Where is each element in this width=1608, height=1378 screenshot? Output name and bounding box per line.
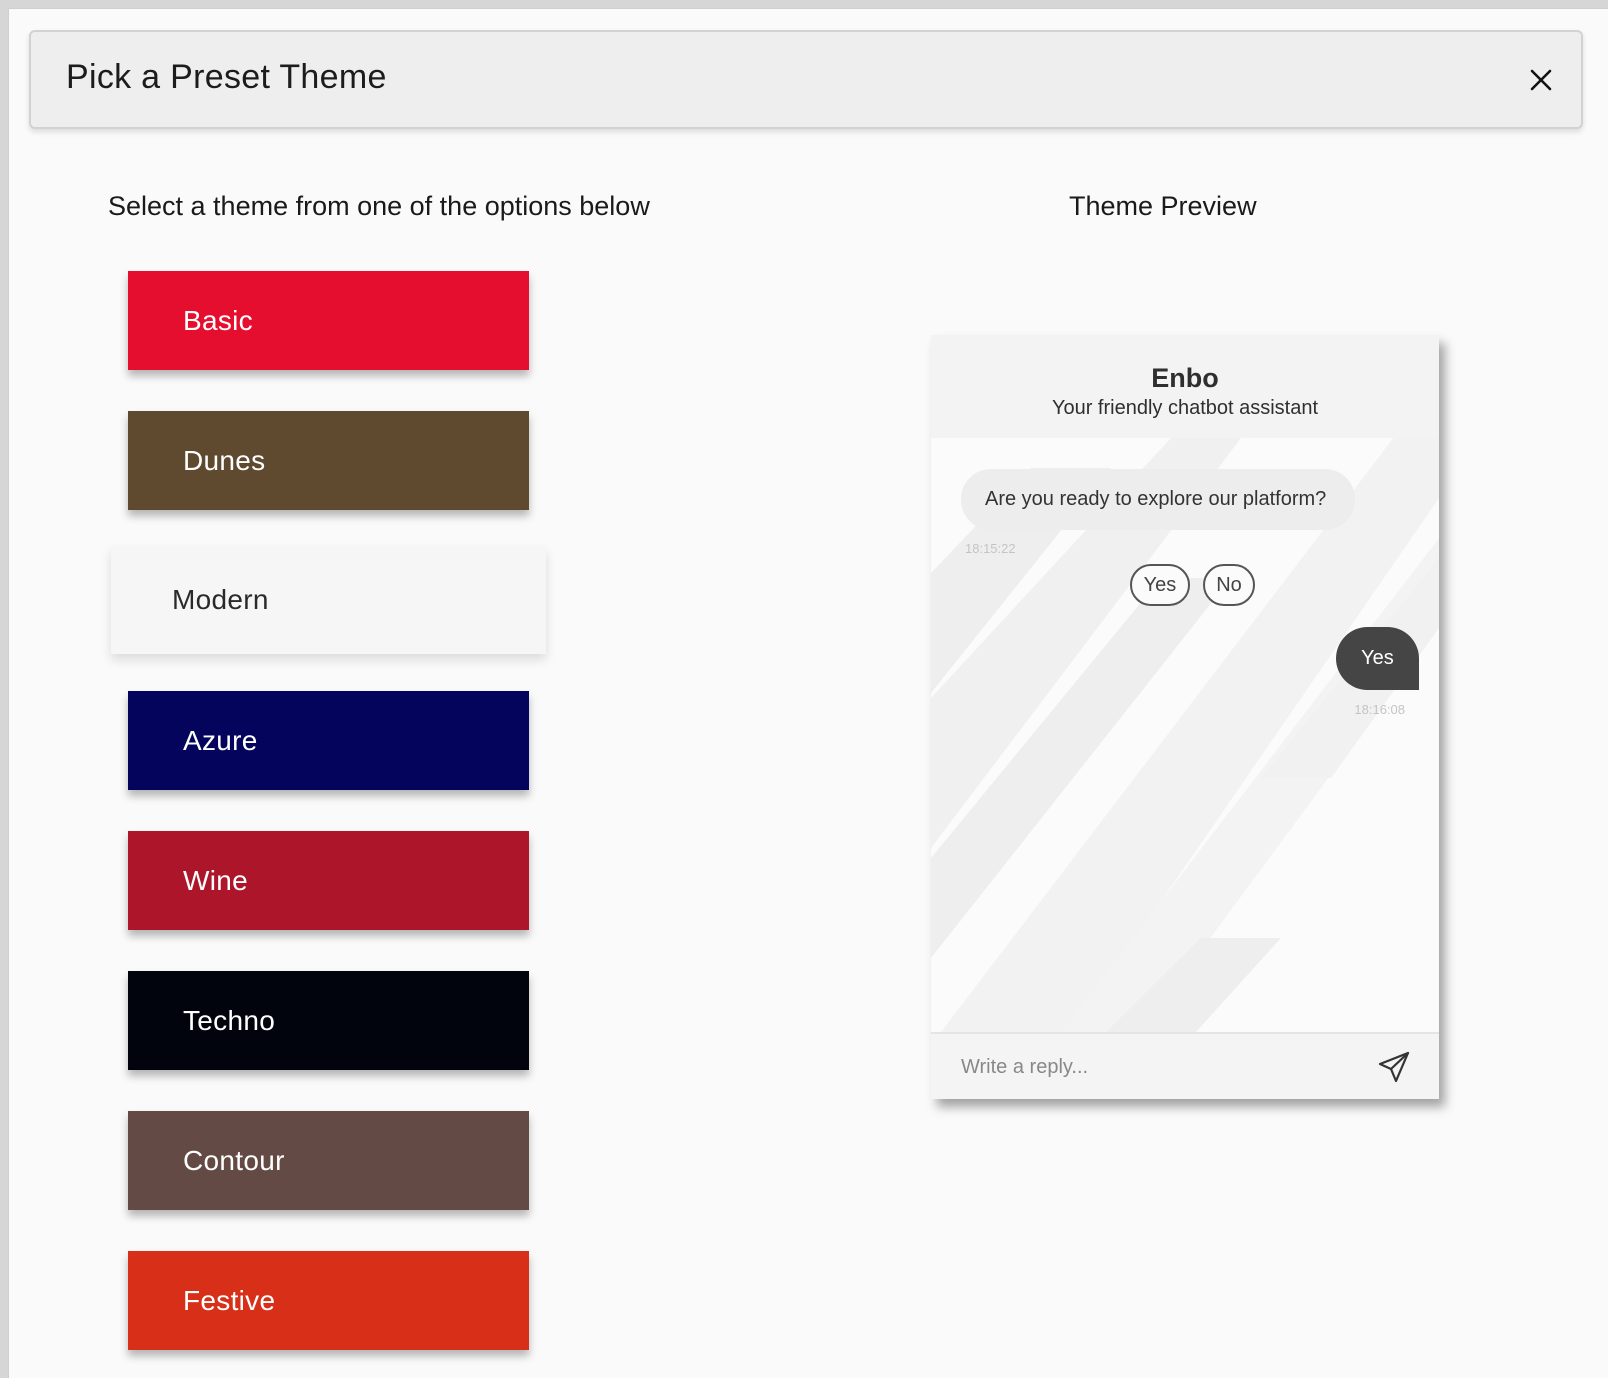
close-button[interactable] — [1521, 60, 1561, 100]
quick-reply-no[interactable]: No — [1203, 564, 1255, 606]
user-message-bubble: Yes — [1336, 627, 1419, 690]
reply-bar — [931, 1032, 1439, 1099]
theme-techno-button[interactable]: Techno — [128, 971, 529, 1070]
send-button[interactable] — [1377, 1050, 1411, 1084]
modal-title: Pick a Preset Theme — [66, 58, 387, 96]
theme-contour-button[interactable]: Contour — [128, 1111, 529, 1210]
bot-message-timestamp: 18:15:22 — [965, 541, 1016, 556]
bot-tagline: Your friendly chatbot assistant — [1051, 397, 1319, 419]
theme-azure-button[interactable]: Azure — [128, 691, 529, 790]
user-message-timestamp: 18:16:08 — [1354, 702, 1405, 717]
chat-header: Enbo Your friendly chatbot assistant — [931, 335, 1439, 438]
theme-dunes-button[interactable]: Dunes — [128, 411, 529, 510]
theme-festive-button[interactable]: Festive — [128, 1251, 529, 1350]
send-icon — [1378, 1051, 1410, 1083]
chat-message-area: Are you ready to explore our platform? 1… — [931, 438, 1439, 1032]
quick-reply-yes[interactable]: Yes — [1130, 564, 1190, 606]
bot-message-bubble: Are you ready to explore our platform? — [961, 469, 1355, 530]
reply-input[interactable] — [959, 1048, 1343, 1086]
instructions-text: Select a theme from one of the options b… — [108, 191, 650, 221]
theme-basic-button[interactable]: Basic — [128, 271, 529, 370]
theme-preview-panel: Enbo Your friendly chatbot assistant Are… — [931, 335, 1439, 1099]
theme-wine-button[interactable]: Wine — [128, 831, 529, 930]
modal-header: Pick a Preset Theme — [29, 30, 1583, 129]
preview-heading: Theme Preview — [1069, 191, 1257, 221]
theme-modern-button[interactable]: Modern — [111, 546, 546, 654]
theme-picker-modal: Pick a Preset Theme Select a theme from … — [8, 8, 1608, 1378]
bot-name: Enbo — [1151, 363, 1219, 393]
close-icon — [1530, 69, 1552, 91]
